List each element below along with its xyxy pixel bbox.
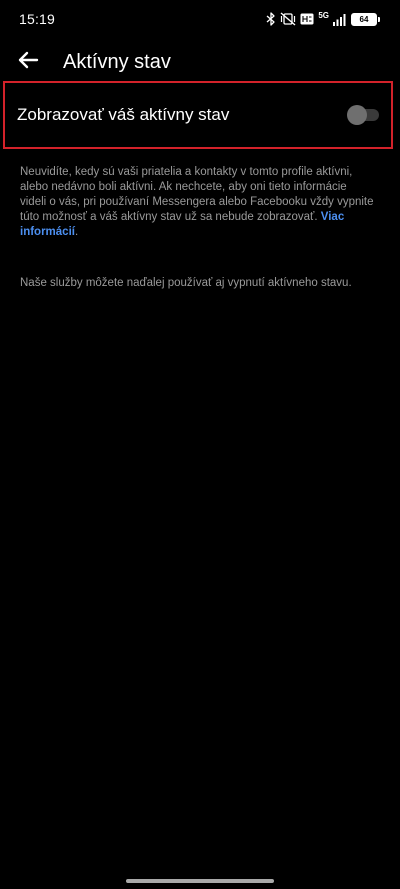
bluetooth-icon [266, 12, 276, 26]
header: Aktívny stav [0, 42, 400, 82]
gesture-bar[interactable] [126, 879, 274, 883]
signal-icon [333, 13, 347, 26]
battery-icon: 64 [351, 12, 380, 26]
back-button[interactable] [8, 42, 48, 82]
status-bar: 15:19 5G 64 [0, 0, 400, 38]
status-icons: 5G 64 [266, 12, 380, 26]
page-title: Aktívny stav [63, 50, 171, 73]
network-type-label: 5G [318, 11, 329, 20]
status-time: 15:19 [19, 11, 56, 27]
battery-level: 64 [351, 12, 377, 26]
battery-tip [378, 16, 380, 22]
active-status-toggle[interactable] [347, 105, 379, 125]
note-text: Naše služby môžete naďalej používať aj v… [20, 277, 352, 289]
description-text: Neuvidíte, kedy sú vaši priatelia a kont… [20, 165, 375, 240]
arrow-left-icon [17, 51, 39, 74]
toggle-knob [347, 105, 367, 125]
vibrate-off-icon [280, 12, 296, 26]
description-suffix: . [74, 226, 79, 238]
setting-label: Zobrazovať váš aktívny stav [17, 105, 230, 124]
active-status-setting-row[interactable]: Zobrazovať váš aktívny stav [3, 81, 393, 149]
volte-icon [300, 13, 314, 25]
